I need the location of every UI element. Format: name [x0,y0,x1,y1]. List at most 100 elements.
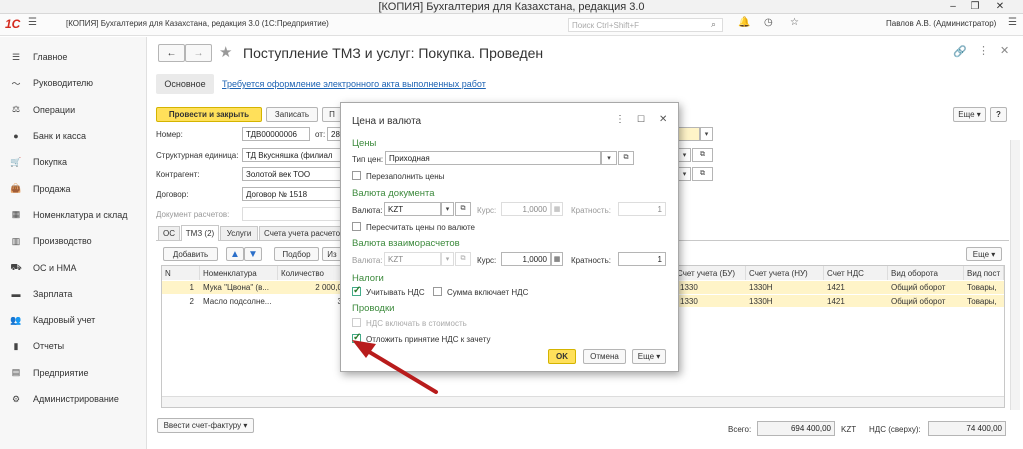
row-acc-bu: 1330 [677,295,746,307]
settings-icon[interactable]: ☰ [1008,17,1017,28]
sidebar-item[interactable]: ⚖ Операции [0,97,147,123]
mult-field[interactable]: 1 [618,202,666,216]
arrow-down-icon[interactable]: ▼ [244,247,262,261]
e-act-link[interactable]: Требуется оформление электронного акта в… [222,79,486,89]
chevron-down-icon[interactable]: ▾ [441,202,454,216]
bell-icon[interactable]: 🔔 [738,17,750,28]
sidebar-item[interactable]: 〜 Руководителю [0,70,147,96]
currency-field[interactable]: KZT [384,202,441,216]
help-button[interactable]: ? [990,107,1007,122]
ok-button[interactable]: OK [548,349,576,364]
horizontal-scrollbar[interactable] [162,396,1004,407]
chevron-down-icon[interactable]: ▾ [678,167,691,181]
chevron-down-icon[interactable]: ▾ [441,252,454,266]
post-and-close-button[interactable]: Провести и закрыть [156,107,262,122]
forward-button[interactable]: → [185,44,212,62]
tab-os[interactable]: ОС [158,226,180,240]
cancel-button[interactable]: Отмена [583,349,626,364]
close-form-icon[interactable]: ✕ [1000,44,1009,57]
tab-services[interactable]: Услуги [220,226,258,240]
price-type-field[interactable]: Приходная [385,151,601,165]
currency-label: KZT [841,425,857,434]
sidebar-item[interactable]: 👥 Кадровый учет [0,307,147,333]
col-acc-bu[interactable]: Счет учета (БУ) [677,266,746,280]
arrow-up-icon[interactable]: ▲ [226,247,244,261]
open-icon[interactable]: ⧉ [455,252,471,266]
contract-field[interactable]: Договор № 1518 [242,187,342,201]
close-icon[interactable]: ✕ [659,114,667,125]
search-input[interactable]: Поиск Ctrl+Shift+F [568,18,723,32]
restore-icon[interactable]: ❐ [965,0,985,14]
open-icon[interactable]: ⧉ [455,202,471,216]
recalc-prices-checkbox[interactable] [352,222,361,231]
tab-tmz[interactable]: ТМЗ (2) [181,225,219,241]
sidebar-item[interactable]: ▥ Производство [0,228,147,254]
pick-button[interactable]: Подбор [274,247,319,261]
sidebar-item[interactable]: 🛒 Покупка [0,149,147,175]
settle-rate-field[interactable]: 1,0000 [501,252,551,266]
history-icon[interactable]: ◷ [764,17,773,28]
bag-icon: 👜 [10,183,22,194]
tab-main[interactable]: Основное [156,74,214,94]
vat-label: НДС (сверху): [869,425,921,434]
enter-invoice-button[interactable]: Ввести счет-фактуру ▾ [157,418,254,433]
calculator-icon[interactable]: ▦ [551,202,563,216]
col-name[interactable]: Номенклатура [200,266,278,280]
sidebar-item[interactable]: ▤ Предприятие [0,360,147,386]
post-button[interactable]: П [322,107,342,122]
number-field[interactable]: ТДВ00000006 [242,127,310,141]
table-more-button[interactable]: Еще ▾ [966,247,1002,261]
search-icon[interactable]: ⌕ [711,19,716,30]
vertical-scrollbar[interactable] [1010,140,1020,410]
sidebar-item[interactable]: 👜 Продажа [0,176,147,202]
add-button[interactable]: Добавить [163,247,218,261]
tab-accounts[interactable]: Счета учета расчетов [259,226,342,240]
settle-currency-field[interactable]: KZT [384,252,441,266]
col-acc-nu[interactable]: Счет учета (НУ) [746,266,824,280]
col-turnover[interactable]: Вид оборота [888,266,964,280]
maximize-icon[interactable]: ☐ [637,114,645,125]
link-icon[interactable]: 🔗 [953,45,967,58]
more-vert-icon[interactable]: ⋮ [978,44,989,57]
sum-incl-vat-checkbox[interactable] [433,287,442,296]
sidebar-item[interactable]: ▦ Номенклатура и склад [0,202,147,228]
dialog-more-button[interactable]: Еще ▾ [632,349,666,364]
open-icon[interactable]: ⧉ [692,167,713,181]
menu-icon[interactable]: ☰ [28,17,37,28]
col-vat[interactable]: Счет НДС [824,266,888,280]
settle-mult-field[interactable]: 1 [618,252,666,266]
back-button[interactable]: ← [158,44,185,62]
contractor-field[interactable]: Золотой век ТОО [242,167,342,181]
date-field[interactable]: 28. [327,127,341,141]
sidebar-item[interactable]: ▮ Отчеты [0,333,147,359]
change-button[interactable]: Из [322,247,342,261]
star-icon[interactable]: ☆ [790,17,799,28]
close-icon[interactable]: ✕ [990,0,1010,14]
unit-field[interactable]: ТД Вкусняшка (филиал [242,148,342,162]
save-button[interactable]: Записать [266,107,318,122]
consider-vat-checkbox[interactable] [352,285,361,296]
favorite-icon[interactable]: ★ [219,43,232,61]
org-field[interactable] [678,127,700,141]
minimize-icon[interactable]: – [943,0,963,14]
rate-field[interactable]: 1,0000 [501,202,551,216]
col-kind[interactable]: Вид пост [964,266,1004,280]
open-icon[interactable]: ⧉ [618,151,634,165]
sidebar-item[interactable]: ● Банк и касса [0,123,147,149]
chevron-down-icon[interactable]: ▾ [678,148,691,162]
sidebar-item[interactable]: ☰ Главное [0,44,147,70]
chevron-down-icon[interactable]: ▾ [601,151,617,165]
more-button[interactable]: Еще ▾ [953,107,986,122]
chevron-down-icon[interactable]: ▾ [700,127,713,141]
more-vert-icon[interactable]: ⋮ [615,114,625,125]
calculator-icon[interactable]: ▦ [551,252,563,266]
sidebar-item[interactable]: ⛟ ОС и НМА [0,254,147,280]
sidebar-item[interactable]: ▬ Зарплата [0,281,147,307]
col-qty[interactable]: Количество [278,266,342,280]
user-name[interactable]: Павлов А.В. (Администратор) [886,19,996,28]
open-icon[interactable]: ⧉ [692,148,713,162]
sidebar-item[interactable]: ⚙ Администрирование [0,386,147,412]
refill-prices-checkbox[interactable] [352,171,361,180]
settlement-doc-field[interactable] [242,207,342,221]
col-n[interactable]: N [162,266,200,280]
